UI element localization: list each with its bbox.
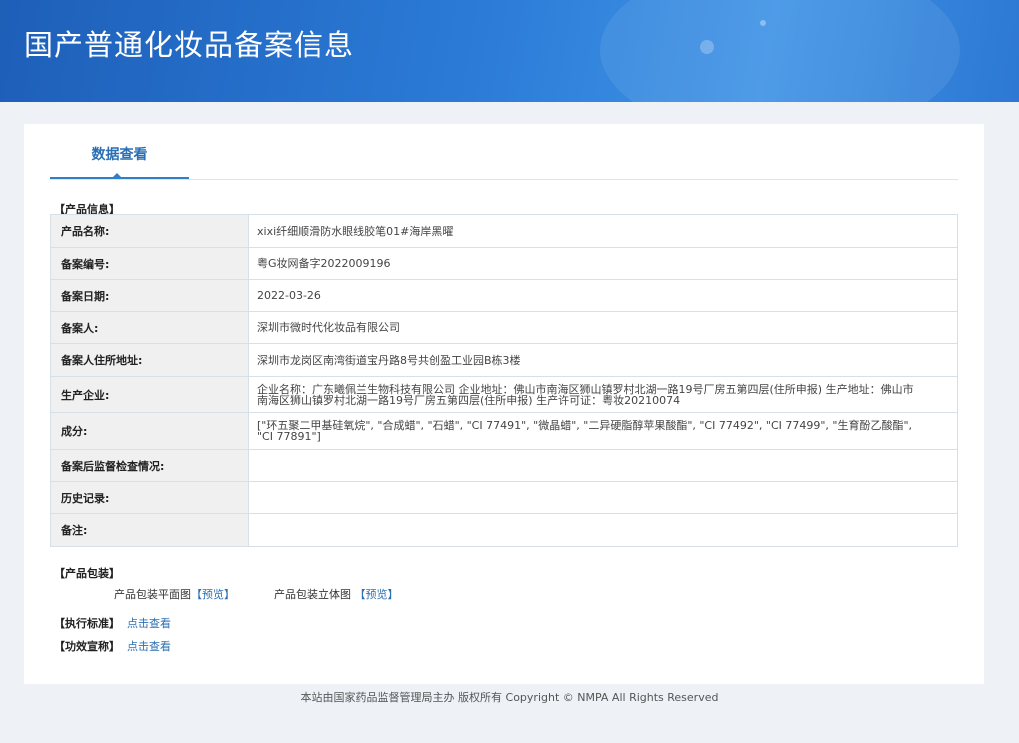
row-value: xixi纤细顺滑防水眼线胶笔01#海岸黑曜 bbox=[248, 214, 958, 248]
table-row: 历史记录: bbox=[50, 481, 958, 514]
standard-row: 【执行标准】 点击查看 bbox=[54, 615, 171, 631]
row-key: 备案编号: bbox=[50, 247, 249, 280]
packaging-flat-preview-link[interactable]: 【预览】 bbox=[191, 588, 235, 601]
table-row: 备案人: 深圳市微时代化妆品有限公司 bbox=[50, 311, 958, 344]
row-value bbox=[248, 481, 958, 514]
table-row: 备案人住所地址: 深圳市龙岗区南湾街道宝丹路8号共创盈工业园B栋3楼 bbox=[50, 343, 958, 377]
table-row: 生产企业: 企业名称：广东曦佩兰生物科技有限公司 企业地址：佛山市南海区狮山镇罗… bbox=[50, 376, 958, 413]
page-title: 国产普通化妆品备案信息 bbox=[24, 28, 355, 62]
packaging-stereo-preview-link[interactable]: 【预览】 bbox=[355, 588, 399, 601]
efficacy-label: 【功效宣称】 bbox=[54, 640, 120, 653]
row-value: 粤G妆网备字2022009196 bbox=[248, 247, 958, 280]
row-value: 企业名称：广东曦佩兰生物科技有限公司 企业地址：佛山市南海区狮山镇罗村北湖一路1… bbox=[248, 376, 958, 413]
row-value: 深圳市龙岗区南湾街道宝丹路8号共创盈工业园B栋3楼 bbox=[248, 343, 958, 377]
footer-copyright: 本站由国家药品监督管理局主办 版权所有 Copyright © NMPA All… bbox=[300, 691, 719, 704]
tab-label: 数据查看 bbox=[91, 147, 148, 163]
tab-indicator-caret bbox=[112, 173, 122, 178]
row-value bbox=[248, 513, 958, 547]
table-row: 成分: ["环五聚二甲基硅氧烷", "合成蜡", "石蜡", "CI 77491… bbox=[50, 412, 958, 450]
row-key: 备注: bbox=[50, 513, 249, 547]
tab-data-view[interactable]: 数据查看 bbox=[50, 144, 189, 179]
row-key: 历史记录: bbox=[50, 481, 249, 514]
standard-view-link[interactable]: 点击查看 bbox=[127, 617, 171, 630]
row-key: 备案人: bbox=[50, 311, 249, 344]
efficacy-view-link[interactable]: 点击查看 bbox=[127, 640, 171, 653]
row-value bbox=[248, 449, 958, 482]
banner-decoration-dot bbox=[700, 40, 714, 54]
table-row: 备案编号: 粤G妆网备字2022009196 bbox=[50, 247, 958, 280]
row-key: 生产企业: bbox=[50, 376, 249, 413]
packaging-stereo-item: 产品包装立体图 【预览】 bbox=[274, 586, 399, 602]
packaging-stereo-label: 产品包装立体图 bbox=[274, 588, 351, 601]
standard-label: 【执行标准】 bbox=[54, 617, 120, 630]
table-row: 备案日期: 2022-03-26 bbox=[50, 279, 958, 312]
row-key: 备案日期: bbox=[50, 279, 249, 312]
row-key: 备案人住所地址: bbox=[50, 343, 249, 377]
row-key: 产品名称: bbox=[50, 214, 249, 248]
packaging-flat-item: 产品包装平面图【预览】 bbox=[114, 586, 235, 602]
table-row: 产品名称: xixi纤细顺滑防水眼线胶笔01#海岸黑曜 bbox=[50, 214, 958, 248]
row-value: 深圳市微时代化妆品有限公司 bbox=[248, 311, 958, 344]
efficacy-row: 【功效宣称】 点击查看 bbox=[54, 638, 171, 654]
packaging-flat-label: 产品包装平面图 bbox=[114, 588, 191, 601]
row-key: 备案后监督检查情况: bbox=[50, 449, 249, 482]
row-key: 成分: bbox=[50, 412, 249, 450]
header-banner: 国产普通化妆品备案信息 bbox=[0, 0, 1019, 102]
table-row: 备案后监督检查情况: bbox=[50, 449, 958, 482]
product-info-table: 产品名称: xixi纤细顺滑防水眼线胶笔01#海岸黑曜 备案编号: 粤G妆网备字… bbox=[50, 214, 958, 547]
row-value: 2022-03-26 bbox=[248, 279, 958, 312]
tab-bar: 数据查看 bbox=[50, 144, 958, 180]
table-row: 备注: bbox=[50, 513, 958, 547]
banner-decoration-dot bbox=[760, 20, 766, 26]
section-title-packaging: 【产品包装】 bbox=[54, 567, 120, 580]
banner-decoration bbox=[600, 0, 960, 102]
content-card: 数据查看 【产品信息】 产品名称: xixi纤细顺滑防水眼线胶笔01#海岸黑曜 … bbox=[24, 124, 984, 684]
row-value: ["环五聚二甲基硅氧烷", "合成蜡", "石蜡", "CI 77491", "… bbox=[248, 412, 958, 450]
